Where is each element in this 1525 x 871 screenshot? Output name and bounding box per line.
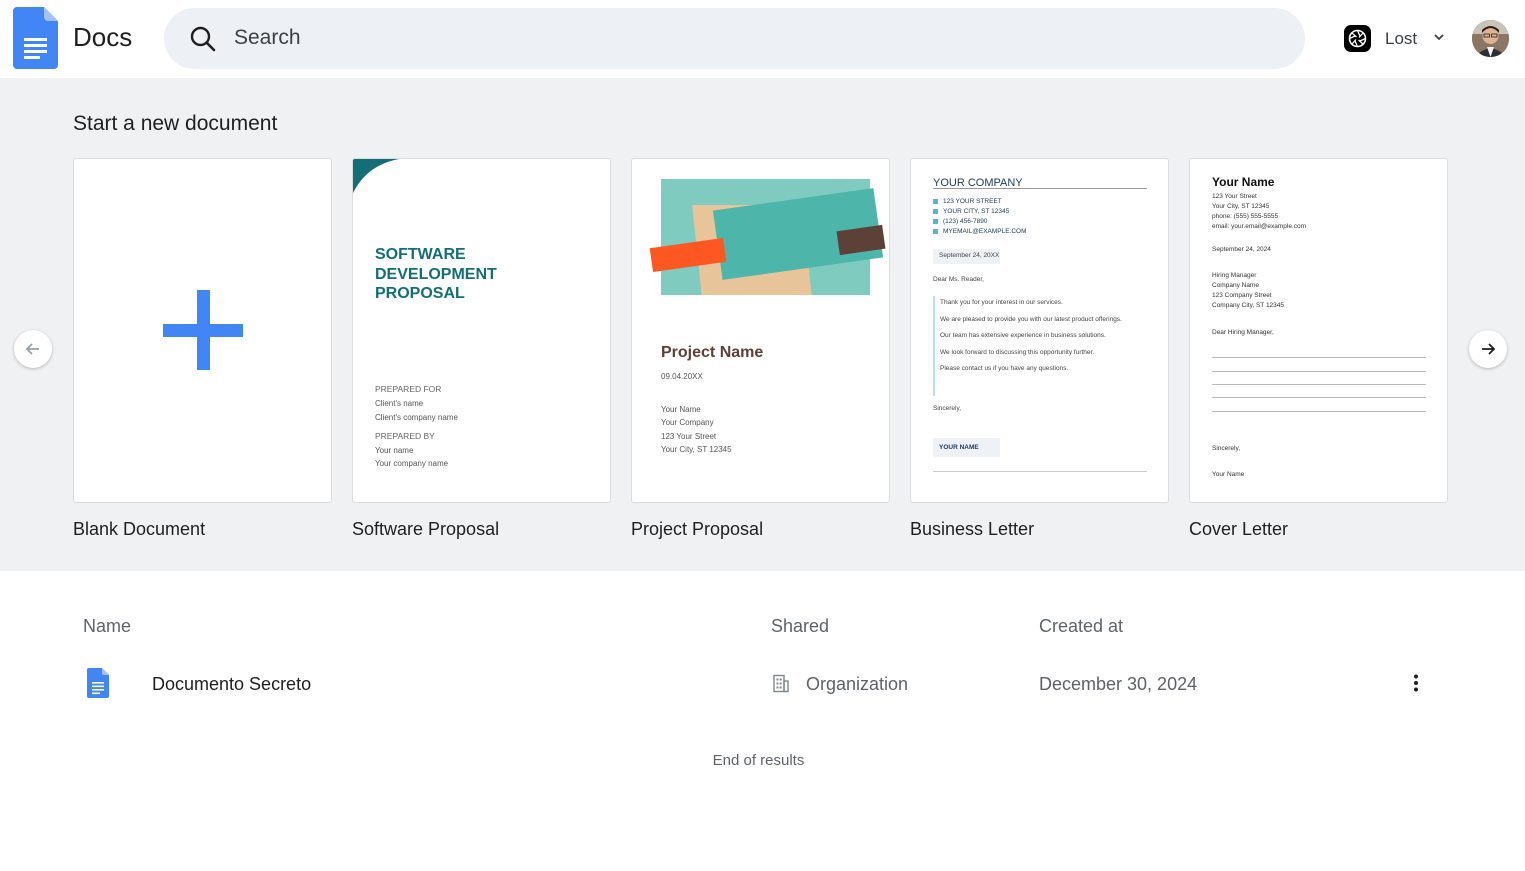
prepared-by: PREPARED BY	[375, 431, 435, 441]
app-header: Docs Search Lost	[0, 0, 1525, 78]
org-name: Lost	[1385, 29, 1418, 48]
title-line: SOFTWARE	[375, 246, 466, 263]
letter-greeting: Dear Ms. Reader,	[933, 276, 984, 283]
template-label: Software Proposal	[352, 519, 500, 539]
cover-name: Your Name	[1212, 175, 1275, 189]
cover-address: phone: (555) 555-5555	[1212, 213, 1279, 220]
template-thumbnail[interactable]: Your Name 123 Your Street Your City, ST …	[1189, 158, 1448, 503]
template-thumbnail[interactable]	[73, 158, 332, 503]
project-line: 123 Your Street	[661, 432, 717, 441]
docs-logo-icon[interactable]	[13, 7, 58, 69]
client-company: Client's company name	[375, 413, 458, 422]
template-thumbnail[interactable]: YOUR COMPANY 123 YOUR STREET YOUR CITY, …	[910, 158, 1169, 503]
list-item: MYEMAIL@EXAMPLE.COM	[933, 227, 1027, 237]
template-business-letter[interactable]: YOUR COMPANY 123 YOUR STREET YOUR CITY, …	[910, 158, 1169, 540]
project-line: Your Company	[661, 418, 714, 427]
letter-signature: YOUR NAME	[933, 438, 1000, 457]
text-line	[1212, 397, 1426, 398]
template-label: Business Letter	[910, 519, 1035, 539]
cover-date: September 24, 2024	[1212, 246, 1271, 253]
letter-closing: Sincerely,	[933, 405, 962, 412]
column-header-shared[interactable]: Shared	[771, 616, 829, 637]
template-label: Blank Document	[73, 519, 206, 539]
your-name: Your name	[375, 446, 414, 455]
cover-greeting: Dear Hiring Manager,	[1212, 329, 1274, 336]
column-header-created[interactable]: Created at	[1039, 616, 1123, 637]
quote-bar	[933, 296, 935, 396]
project-date: 09.04.20XX	[661, 372, 703, 381]
arrow-right-icon	[1482, 343, 1496, 355]
document-name[interactable]: Documento Secreto	[152, 674, 311, 695]
carousel-next-button[interactable]	[1469, 330, 1507, 368]
letter-body-line: Thank you for your interest in our servi…	[940, 299, 1063, 306]
building-icon	[773, 674, 789, 693]
letter-body-line: We are pleased to provide you with our l…	[940, 316, 1122, 323]
template-project-proposal[interactable]: Project Name 09.04.20XX Your Name Your C…	[631, 158, 890, 540]
cover-signature: Your Name	[1212, 471, 1245, 478]
divider	[933, 471, 1147, 472]
text-line	[1212, 411, 1426, 412]
org-logo-icon	[1344, 25, 1371, 52]
title-line: DEVELOPMENT	[375, 265, 497, 283]
table-row[interactable]: Documento Secreto Organization December …	[0, 660, 1525, 708]
divider	[933, 188, 1147, 189]
search-bar[interactable]: Search	[164, 8, 1305, 69]
prepared-for: PREPARED FOR	[375, 384, 442, 394]
created-date: December 30, 2024	[1039, 674, 1198, 694]
template-blank[interactable]: Blank Document	[73, 158, 332, 540]
letter-body-line: Please contact us if you have any questi…	[940, 365, 1069, 372]
chevron-down-icon	[1434, 34, 1444, 41]
text-line	[1212, 371, 1426, 372]
template-label: Project Proposal	[631, 519, 764, 539]
project-line: Your Name	[661, 405, 701, 414]
template-software-proposal[interactable]: SOFTWARE DEVELOPMENT PROPOSAL PREPARED F…	[352, 158, 611, 540]
contact-list: 123 YOUR STREET YOUR CITY, ST 12345 (123…	[933, 197, 1027, 237]
cover-closing: Sincerely,	[1212, 445, 1241, 452]
carousel-prev-button[interactable]	[14, 330, 52, 368]
cover-address: 123 Your Street	[1212, 193, 1257, 200]
avatar[interactable]	[1472, 20, 1509, 57]
search-icon[interactable]	[189, 25, 217, 53]
app-title: Docs	[73, 22, 133, 52]
search-input[interactable]: Search	[234, 26, 301, 50]
end-of-results: End of results	[0, 752, 1525, 769]
software-title: SOFTWARE DEVELOPMENT PROPOSAL	[375, 245, 497, 304]
corner-decoration	[353, 159, 399, 193]
cover-recipient: Hiring Manager	[1212, 272, 1257, 279]
more-vert-icon[interactable]	[1405, 672, 1427, 694]
arrow-left-icon	[25, 343, 39, 355]
cover-recipient: Company City, ST 12345	[1212, 302, 1285, 309]
cover-recipient: Company Name	[1212, 282, 1259, 289]
cover-recipient: 123 Company Street	[1212, 292, 1272, 299]
your-company: Your company name	[375, 459, 449, 468]
client-name: Client's name	[375, 399, 424, 408]
title-line: PROPOSAL	[375, 285, 465, 302]
shared-status: Organization	[806, 674, 909, 694]
list-item: YOUR CITY, ST 12345	[933, 207, 1027, 217]
templates-title: Start a new document	[73, 112, 278, 135]
template-cover-letter[interactable]: Your Name 123 Your Street Your City, ST …	[1189, 158, 1448, 540]
template-thumbnail[interactable]: Project Name 09.04.20XX Your Name Your C…	[631, 158, 890, 503]
letter-date: September 24, 20XX	[933, 249, 1000, 264]
list-item: 123 YOUR STREET	[933, 197, 1027, 207]
column-header-name[interactable]: Name	[83, 616, 131, 637]
template-thumbnail[interactable]: SOFTWARE DEVELOPMENT PROPOSAL PREPARED F…	[352, 158, 611, 503]
project-title: Project Name	[661, 344, 764, 361]
plus-icon-bar	[163, 324, 243, 337]
letter-body-line: We look forward to discussing this oppor…	[940, 349, 1095, 356]
cover-address: email: your.email@example.com	[1212, 223, 1307, 230]
letter-body-line: Our team has extensive experience in bus…	[940, 332, 1106, 339]
text-line	[1212, 357, 1426, 358]
text-line	[1212, 384, 1426, 385]
cover-address: Your City, ST 12345	[1212, 203, 1270, 210]
list-item: (123) 456-7890	[933, 217, 1027, 227]
end-of-results-text: End of results	[712, 752, 805, 769]
document-icon	[87, 668, 109, 698]
templates-section: Start a new document Blank Document SOFT…	[0, 78, 1525, 571]
project-line: Your City, ST 12345	[661, 445, 732, 454]
template-label: Cover Letter	[1189, 519, 1289, 539]
